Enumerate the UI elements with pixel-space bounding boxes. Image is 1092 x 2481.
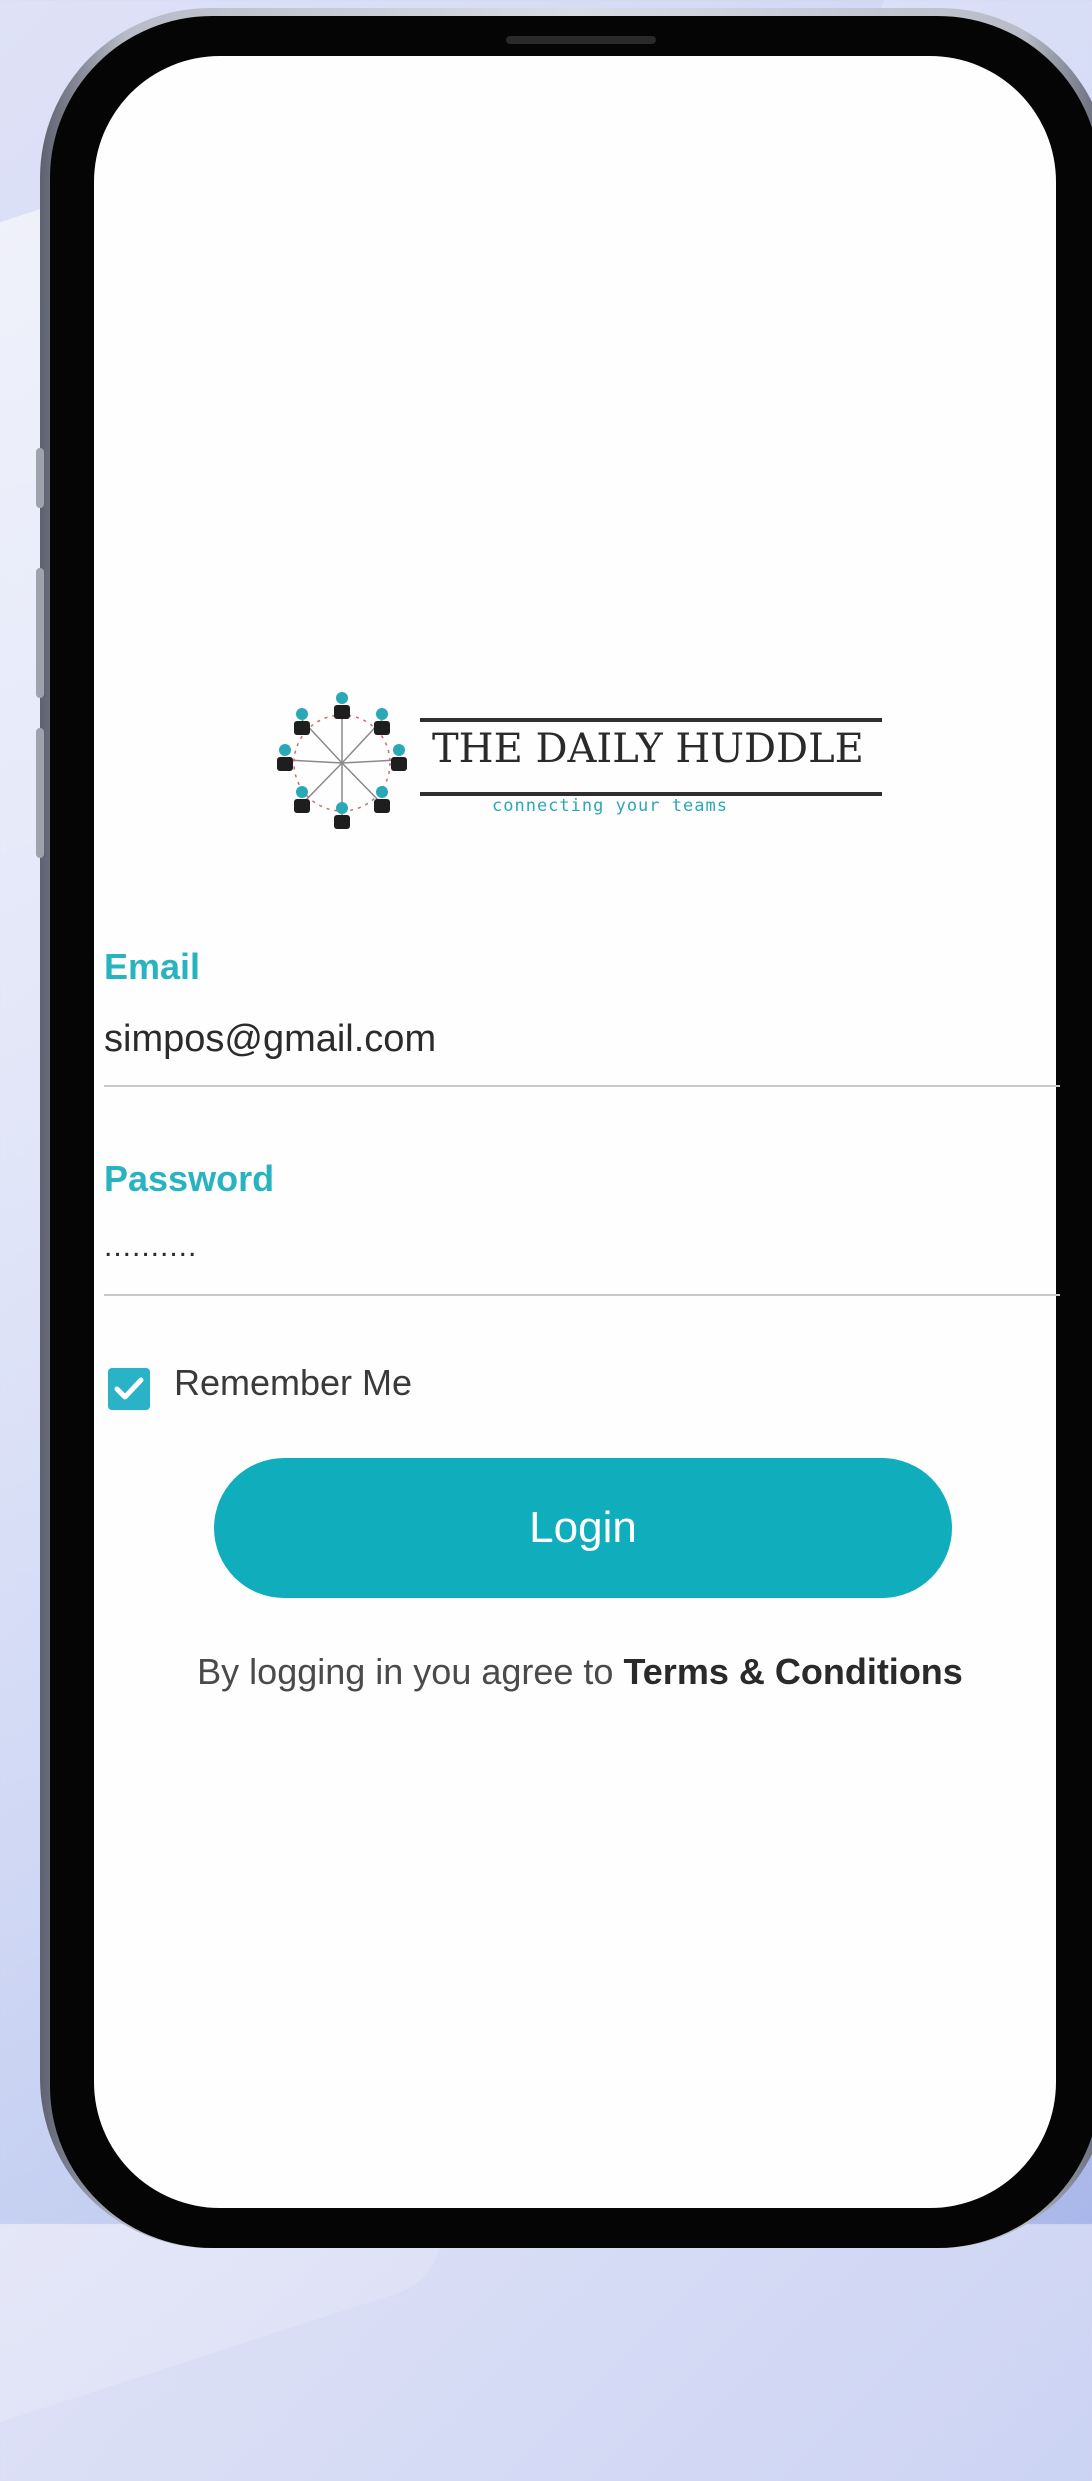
password-label: Password [104, 1158, 275, 1199]
logo-title-box: THE DAILY HUDDLE [420, 718, 882, 796]
terms-link[interactable]: Terms & Conditions [623, 1651, 962, 1692]
remember-me-label[interactable]: Remember Me [174, 1362, 412, 1404]
huddle-emblem-icon [277, 692, 407, 829]
login-button[interactable]: Login [214, 1458, 952, 1598]
logo-title: THE DAILY HUDDLE [432, 726, 864, 772]
phone-bezel [50, 16, 1092, 2248]
login-screen [94, 56, 1056, 2208]
remember-me-checkbox[interactable] [108, 1368, 150, 1410]
password-field[interactable]: .......... [104, 1230, 197, 1264]
check-icon [114, 1377, 144, 1400]
volume-up-button [36, 568, 44, 698]
email-underline [104, 1085, 1060, 1087]
password-underline [104, 1294, 1060, 1296]
app-logo: THE DAILY HUDDLE connecting your teams [272, 688, 892, 838]
terms-prefix: By logging in you agree to [197, 1651, 614, 1692]
volume-down-button [36, 728, 44, 858]
speaker-grille [506, 36, 656, 44]
logo-tagline: connecting your teams [492, 796, 728, 816]
mute-switch [36, 448, 44, 508]
terms-text: By logging in you agree to Terms & Condi… [160, 1646, 1000, 1698]
phone-frame [36, 8, 1092, 2248]
email-field[interactable]: simpos@gmail.com [104, 1018, 436, 1061]
email-label: Email [104, 946, 201, 987]
